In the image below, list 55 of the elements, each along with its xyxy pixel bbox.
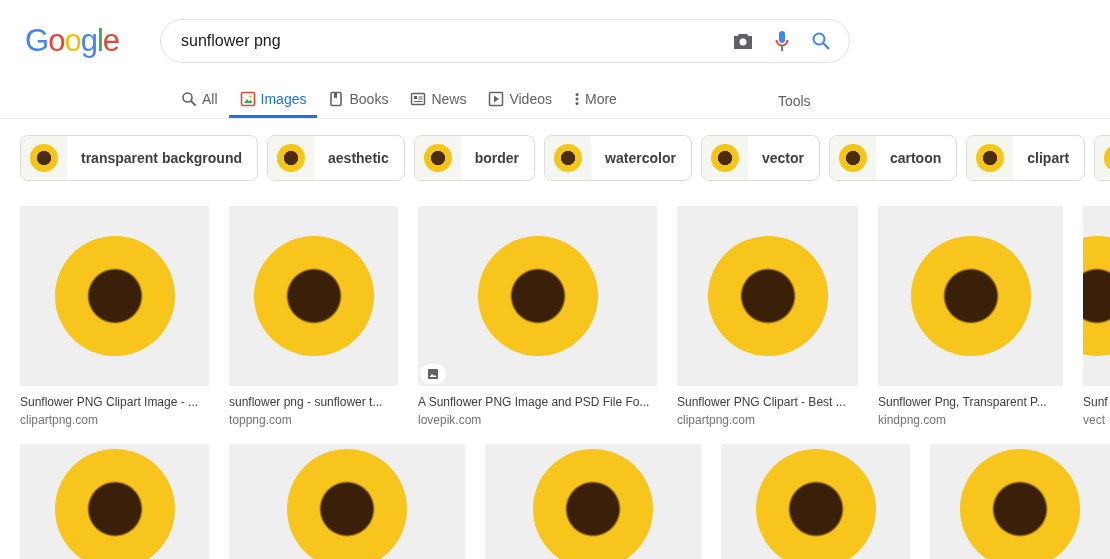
photo-placeholder[interactable] [878, 206, 1063, 386]
sunflower-thumbnail [414, 136, 461, 180]
photo-placeholder[interactable] [485, 444, 701, 559]
photo-placeholder[interactable] [1083, 206, 1110, 386]
sunflower-thumbnail [21, 136, 67, 180]
photo-placeholder[interactable] [677, 206, 858, 386]
google-logo[interactable]: Google [25, 23, 117, 59]
result-title[interactable]: Sunflower Png, Transparent P... [878, 395, 1063, 409]
photo-placeholder[interactable] [229, 444, 465, 559]
tab[interactable]: Books [317, 82, 400, 118]
newspaper-icon [410, 90, 427, 107]
result-source: lovepik.com [418, 413, 483, 427]
suggestion-chip[interactable]: aesthetic [267, 135, 405, 181]
sunflower-thumbnail [268, 136, 315, 180]
sunflower-thumbnail [545, 136, 592, 180]
photo-placeholder[interactable] [418, 206, 657, 386]
result-title[interactable]: Sunflower PNG Clipart Image - ... [20, 395, 209, 409]
result-source: kindpng.com [878, 413, 948, 427]
search-icon[interactable] [811, 31, 831, 51]
photo-placeholder[interactable] [229, 206, 398, 386]
result-title[interactable]: A Sunflower PNG Image and PSD File Fo... [418, 395, 657, 409]
microphone-icon[interactable] [775, 30, 789, 52]
result-source: vect [1083, 413, 1106, 427]
photo-placeholder[interactable] [930, 444, 1110, 559]
sunflower-thumbnail [701, 136, 748, 180]
photo-placeholder[interactable] [721, 444, 910, 559]
play-icon [488, 90, 505, 107]
result-source: toppng.com [229, 413, 293, 427]
suggestion-chip[interactable]: transparent background [20, 135, 259, 181]
result-title[interactable]: sunflower png - sunflower t... [229, 395, 398, 409]
sunflower-thumbnail [829, 136, 876, 180]
camera-icon[interactable] [733, 32, 753, 50]
more-icon [574, 90, 580, 107]
result-title[interactable]: Sunf [1083, 395, 1110, 409]
search-icon [181, 90, 197, 107]
tab[interactable]: Images [228, 82, 318, 118]
photo-placeholder[interactable] [20, 206, 209, 386]
suggestion-chip[interactable]: cartoon [828, 135, 958, 181]
suggestion-chip[interactable]: watercolor [544, 135, 692, 181]
sunflower-thumbnail [967, 136, 1014, 180]
tab[interactable]: More [563, 82, 628, 118]
search-input[interactable]: sunflower png [181, 32, 711, 50]
suggestion-chip[interactable]: clipart [966, 135, 1086, 181]
result-source: clipartpng.com [677, 413, 757, 427]
suggestion-chip[interactable]: vector [700, 135, 820, 181]
result-title[interactable]: Sunflower PNG Clipart - Best ... [677, 395, 858, 409]
tab[interactable]: All [170, 82, 229, 118]
photo-placeholder[interactable] [20, 444, 209, 559]
result-source: clipartpng.com [20, 413, 100, 427]
suggestion-chip[interactable]: border [413, 135, 536, 181]
tools-link[interactable]: Tools [777, 93, 811, 109]
tab[interactable]: News [399, 82, 478, 118]
tab[interactable]: Videos [477, 82, 563, 118]
image-icon [239, 90, 256, 107]
book-icon [328, 90, 345, 107]
